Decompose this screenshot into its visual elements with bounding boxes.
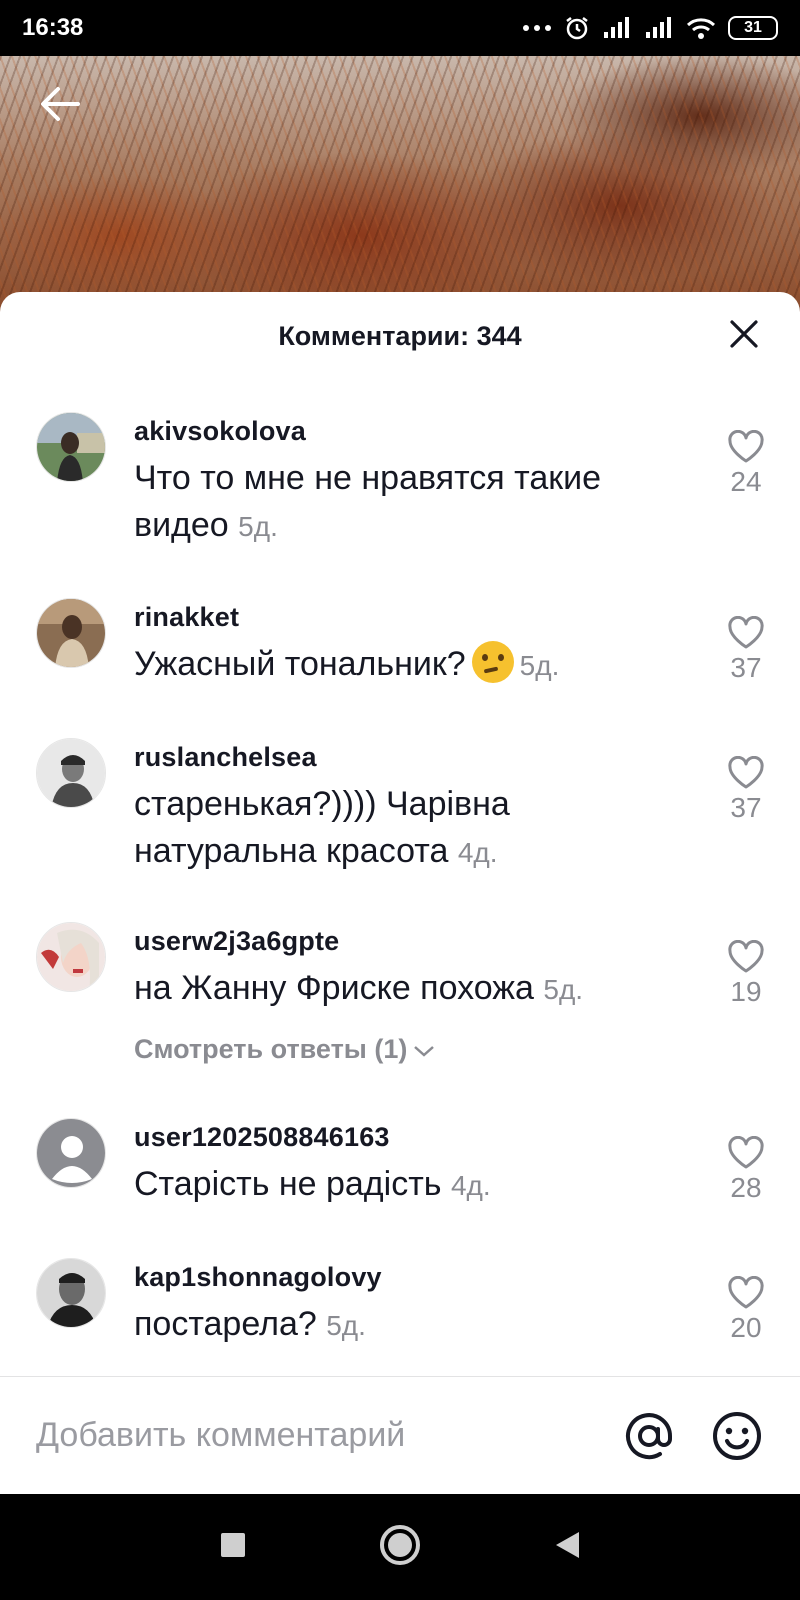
- sheet-title: Комментарии: 344: [278, 320, 522, 351]
- like-button[interactable]: 19: [722, 940, 770, 1008]
- like-button[interactable]: 28: [722, 1136, 770, 1204]
- smiley-icon: [710, 1412, 764, 1467]
- comment-body: kap1shonnagolovy постарела? 5д.: [134, 1262, 694, 1349]
- square-icon: [219, 1531, 247, 1564]
- comment-body: rinakket Ужасный тональник? 5д.: [134, 602, 694, 689]
- heart-outline-icon: [722, 430, 770, 464]
- status-icons: 31: [522, 15, 778, 41]
- thinking-face-icon: [471, 641, 514, 683]
- heart-outline-icon: [722, 756, 770, 790]
- comment-body: ruslanchelsea старенькая?)))) Чарівна на…: [134, 742, 694, 876]
- comment-body: akivsokolova Что то мне не нравятся таки…: [134, 416, 694, 550]
- back-button[interactable]: [36, 82, 84, 130]
- comment-text: Ужасный тональник? 5д.: [134, 641, 694, 689]
- avatar[interactable]: [36, 412, 106, 482]
- more-dots-icon: [522, 24, 552, 32]
- heart-outline-icon: [722, 616, 770, 650]
- heart-outline-icon: [722, 1136, 770, 1170]
- like-count: 37: [730, 652, 762, 683]
- signal-icon-2: [644, 16, 674, 40]
- comment-time: 5д.: [543, 974, 584, 1005]
- like-count: 20: [730, 1312, 762, 1343]
- comment-message: старенькая?)))) Чарівна натуральна красо…: [134, 785, 510, 870]
- comment-body: user1202508846163 Старість не радість 4д…: [134, 1122, 694, 1209]
- comment-username[interactable]: rinakket: [134, 602, 694, 633]
- comment-body: userw2j3a6gpte на Жанну Фриске похожа 5д…: [134, 926, 694, 1013]
- close-button[interactable]: [722, 314, 766, 358]
- triangle-back-icon: [553, 1530, 581, 1565]
- emoji-button[interactable]: [710, 1409, 764, 1463]
- comment-message: Что то мне не нравятся такие видео: [134, 459, 602, 544]
- video-preview: [0, 56, 800, 316]
- comment-message: Старість не радість: [134, 1165, 442, 1203]
- comment-time: 4д.: [457, 837, 498, 868]
- avatar[interactable]: [36, 598, 106, 668]
- wifi-icon: [686, 16, 716, 40]
- like-count: 24: [730, 466, 762, 497]
- comment-message: на Жанну Фриске похожа: [134, 969, 534, 1007]
- comment-username[interactable]: user1202508846163: [134, 1122, 694, 1153]
- recents-button[interactable]: [208, 1522, 258, 1572]
- comment-time: 4д.: [450, 1170, 491, 1201]
- view-replies-button[interactable]: Смотреть ответы (1): [134, 1034, 435, 1065]
- like-count: 19: [730, 976, 762, 1007]
- comments-sheet: Комментарии: 344 akivsokolova Что то мне…: [0, 292, 800, 1494]
- comment-text: старенькая?)))) Чарівна натуральна красо…: [134, 781, 694, 876]
- like-count: 28: [730, 1172, 762, 1203]
- avatar[interactable]: [36, 1258, 106, 1328]
- alarm-icon: [564, 15, 590, 41]
- avatar[interactable]: [36, 1118, 106, 1188]
- comment-input-bar: [0, 1376, 800, 1494]
- comment-message: Ужасный тональник?: [134, 645, 466, 683]
- comment-username[interactable]: ruslanchelsea: [134, 742, 694, 773]
- like-button[interactable]: 37: [722, 756, 770, 824]
- circle-icon: [379, 1524, 421, 1571]
- like-button[interactable]: 20: [722, 1276, 770, 1344]
- arrow-left-icon: [38, 84, 82, 129]
- like-count: 37: [730, 792, 762, 823]
- comment-time: 5д.: [519, 650, 560, 681]
- comment-message: постарела?: [134, 1305, 317, 1343]
- comment-text: Что то мне не нравятся такие видео 5д.: [134, 455, 694, 550]
- view-replies-label: Смотреть ответы (1): [134, 1034, 408, 1064]
- comment-username[interactable]: akivsokolova: [134, 416, 694, 447]
- comment-time: 5д.: [238, 511, 278, 542]
- battery-indicator: 31: [728, 16, 778, 40]
- like-button[interactable]: 24: [722, 430, 770, 498]
- comment-text: на Жанну Фриске похожа 5д.: [134, 965, 694, 1013]
- system-nav-bar: [0, 1494, 800, 1600]
- comment-username[interactable]: userw2j3a6gpte: [134, 926, 694, 957]
- heart-outline-icon: [722, 940, 770, 974]
- comment-text: постарела? 5д.: [134, 1301, 694, 1349]
- comment-time: 5д.: [326, 1310, 366, 1341]
- close-icon: [729, 319, 759, 354]
- status-bar: 16:38 31: [0, 0, 800, 56]
- avatar[interactable]: [36, 738, 106, 808]
- signal-icon: [602, 16, 632, 40]
- sheet-header: Комментарии: 344: [0, 292, 800, 380]
- mention-button[interactable]: [622, 1409, 676, 1463]
- at-sign-icon: [622, 1413, 676, 1467]
- back-nav-button[interactable]: [542, 1522, 592, 1572]
- comment-username[interactable]: kap1shonnagolovy: [134, 1262, 694, 1293]
- like-button[interactable]: 37: [722, 616, 770, 684]
- chevron-down-icon: [413, 1034, 435, 1065]
- comment-text: Старість не радість 4д.: [134, 1161, 694, 1209]
- status-time: 16:38: [22, 14, 84, 41]
- home-button[interactable]: [375, 1522, 425, 1572]
- heart-outline-icon: [722, 1276, 770, 1310]
- avatar[interactable]: [36, 922, 106, 992]
- comment-input[interactable]: [36, 1407, 596, 1463]
